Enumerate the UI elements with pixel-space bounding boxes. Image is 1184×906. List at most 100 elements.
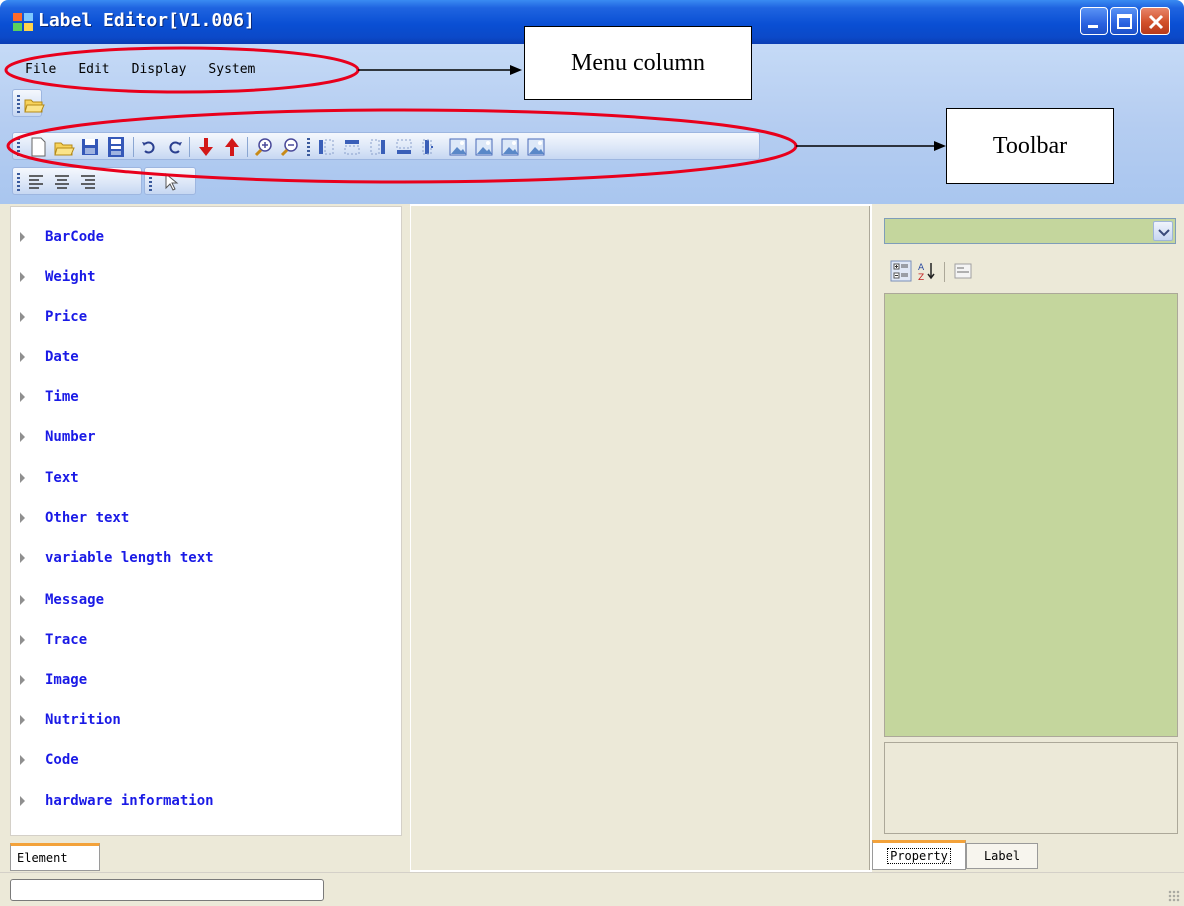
toolbar-grip[interactable]: [307, 138, 310, 156]
align-top-icon[interactable]: [341, 136, 363, 158]
undo-icon[interactable]: [139, 136, 161, 158]
svg-text:Z: Z: [918, 273, 924, 282]
expand-arrow-icon[interactable]: [20, 513, 25, 523]
tree-item-barcode[interactable]: BarCode: [14, 226, 104, 248]
sort-alphabetical-icon[interactable]: A Z: [916, 260, 938, 282]
toolbar-grip[interactable]: [17, 173, 20, 191]
app-icon: [13, 13, 33, 31]
tree-item-label: Date: [45, 349, 79, 365]
expand-arrow-icon[interactable]: [20, 312, 25, 322]
expand-arrow-icon[interactable]: [20, 755, 25, 765]
expand-arrow-icon[interactable]: [20, 232, 25, 242]
tree-item-label: hardware information: [45, 793, 214, 809]
tree-item-label: Trace: [45, 632, 88, 648]
open-icon[interactable]: [23, 93, 45, 115]
object-select[interactable]: [884, 218, 1176, 244]
expand-arrow-icon[interactable]: [20, 796, 25, 806]
pointer-icon[interactable]: [159, 171, 181, 193]
expand-arrow-icon[interactable]: [20, 715, 25, 725]
tree-item-code[interactable]: Code: [14, 749, 79, 771]
property-grid[interactable]: [884, 293, 1178, 737]
expand-arrow-icon[interactable]: [20, 272, 25, 282]
tab-property-label: Property: [887, 848, 951, 864]
center-vertical-icon[interactable]: [419, 136, 441, 158]
expand-arrow-icon[interactable]: [20, 595, 25, 605]
open-folder-icon[interactable]: [53, 136, 75, 158]
maximize-button[interactable]: [1110, 7, 1138, 35]
status-progress-field: [10, 879, 324, 901]
menu-system[interactable]: System: [205, 62, 258, 82]
tree-item-text[interactable]: Text: [14, 467, 79, 489]
tab-property[interactable]: Property: [872, 840, 966, 870]
dropdown-button[interactable]: [1153, 221, 1173, 241]
tree-item-other-text[interactable]: Other text: [14, 507, 129, 529]
text-align-right-icon[interactable]: [77, 171, 99, 193]
toolbar-row-3: [12, 167, 142, 195]
expand-arrow-icon[interactable]: [20, 432, 25, 442]
tree-item-label: Number: [45, 429, 96, 445]
tree-item-message[interactable]: Message: [14, 589, 104, 611]
text-align-center-icon[interactable]: [51, 171, 73, 193]
expand-arrow-icon[interactable]: [20, 675, 25, 685]
minimize-button[interactable]: [1080, 7, 1108, 35]
menu-file[interactable]: File: [22, 62, 59, 82]
categorized-icon[interactable]: [890, 260, 912, 282]
close-button[interactable]: [1140, 7, 1170, 35]
chevron-down-icon: [1158, 229, 1170, 237]
tree-item-weight[interactable]: Weight: [14, 266, 96, 288]
align-left-icon[interactable]: [315, 136, 337, 158]
menu-bar: File Edit Display System: [22, 62, 258, 82]
expand-arrow-icon[interactable]: [20, 553, 25, 563]
menu-edit[interactable]: Edit: [75, 62, 112, 82]
expand-arrow-icon[interactable]: [20, 635, 25, 645]
status-bar: [0, 872, 1184, 906]
label-canvas[interactable]: [410, 206, 870, 870]
move-up-icon[interactable]: [221, 136, 243, 158]
tab-element[interactable]: Element: [10, 843, 100, 871]
image-icon-4[interactable]: [525, 136, 547, 158]
redo-icon[interactable]: [163, 136, 185, 158]
align-bottom-icon[interactable]: [393, 136, 415, 158]
toolbar-separator: [944, 262, 945, 282]
toolbar-separator: [189, 137, 190, 157]
menu-display[interactable]: Display: [129, 62, 190, 82]
tree-item-label: Nutrition: [45, 712, 121, 728]
image-icon-3[interactable]: [499, 136, 521, 158]
text-align-left-icon[interactable]: [25, 171, 47, 193]
toolbar-grip[interactable]: [149, 173, 152, 191]
tree-item-variable-length-text[interactable]: variable length text: [14, 547, 214, 569]
tree-item-label: Image: [45, 672, 88, 688]
tab-label[interactable]: Label: [966, 843, 1038, 869]
close-icon: [1148, 14, 1164, 30]
move-down-icon[interactable]: [195, 136, 217, 158]
toolbar-row-3-pointer: [144, 167, 196, 195]
tree-item-trace[interactable]: Trace: [14, 629, 87, 651]
tree-item-image[interactable]: Image: [14, 669, 87, 691]
toolbar-callout: Toolbar: [946, 108, 1114, 184]
image-icon-2[interactable]: [473, 136, 495, 158]
tree-item-label: Weight: [45, 269, 96, 285]
tree-item-date[interactable]: Date: [14, 346, 79, 368]
zoom-in-icon[interactable]: [253, 136, 275, 158]
zoom-out-icon[interactable]: [279, 136, 301, 158]
tree-item-price[interactable]: Price: [14, 306, 87, 328]
property-pages-icon[interactable]: [952, 260, 974, 282]
save-as-icon[interactable]: [105, 136, 127, 158]
tree-item-label: variable length text: [45, 550, 214, 566]
tree-item-hardware-information[interactable]: hardware information: [14, 790, 214, 812]
new-icon[interactable]: [27, 136, 49, 158]
expand-arrow-icon[interactable]: [20, 473, 25, 483]
save-icon[interactable]: [79, 136, 101, 158]
image-icon-1[interactable]: [447, 136, 469, 158]
toolbar-row-1: [12, 89, 45, 117]
tree-item-nutrition[interactable]: Nutrition: [14, 709, 121, 731]
tree-item-time[interactable]: Time: [14, 386, 79, 408]
resize-grip[interactable]: [1168, 890, 1180, 902]
tree-item-number[interactable]: Number: [14, 426, 96, 448]
toolbar-grip[interactable]: [17, 95, 20, 113]
align-right-icon[interactable]: [367, 136, 389, 158]
toolbar-grip[interactable]: [17, 138, 20, 156]
expand-arrow-icon[interactable]: [20, 352, 25, 362]
tree-item-label: Time: [45, 389, 79, 405]
expand-arrow-icon[interactable]: [20, 392, 25, 402]
